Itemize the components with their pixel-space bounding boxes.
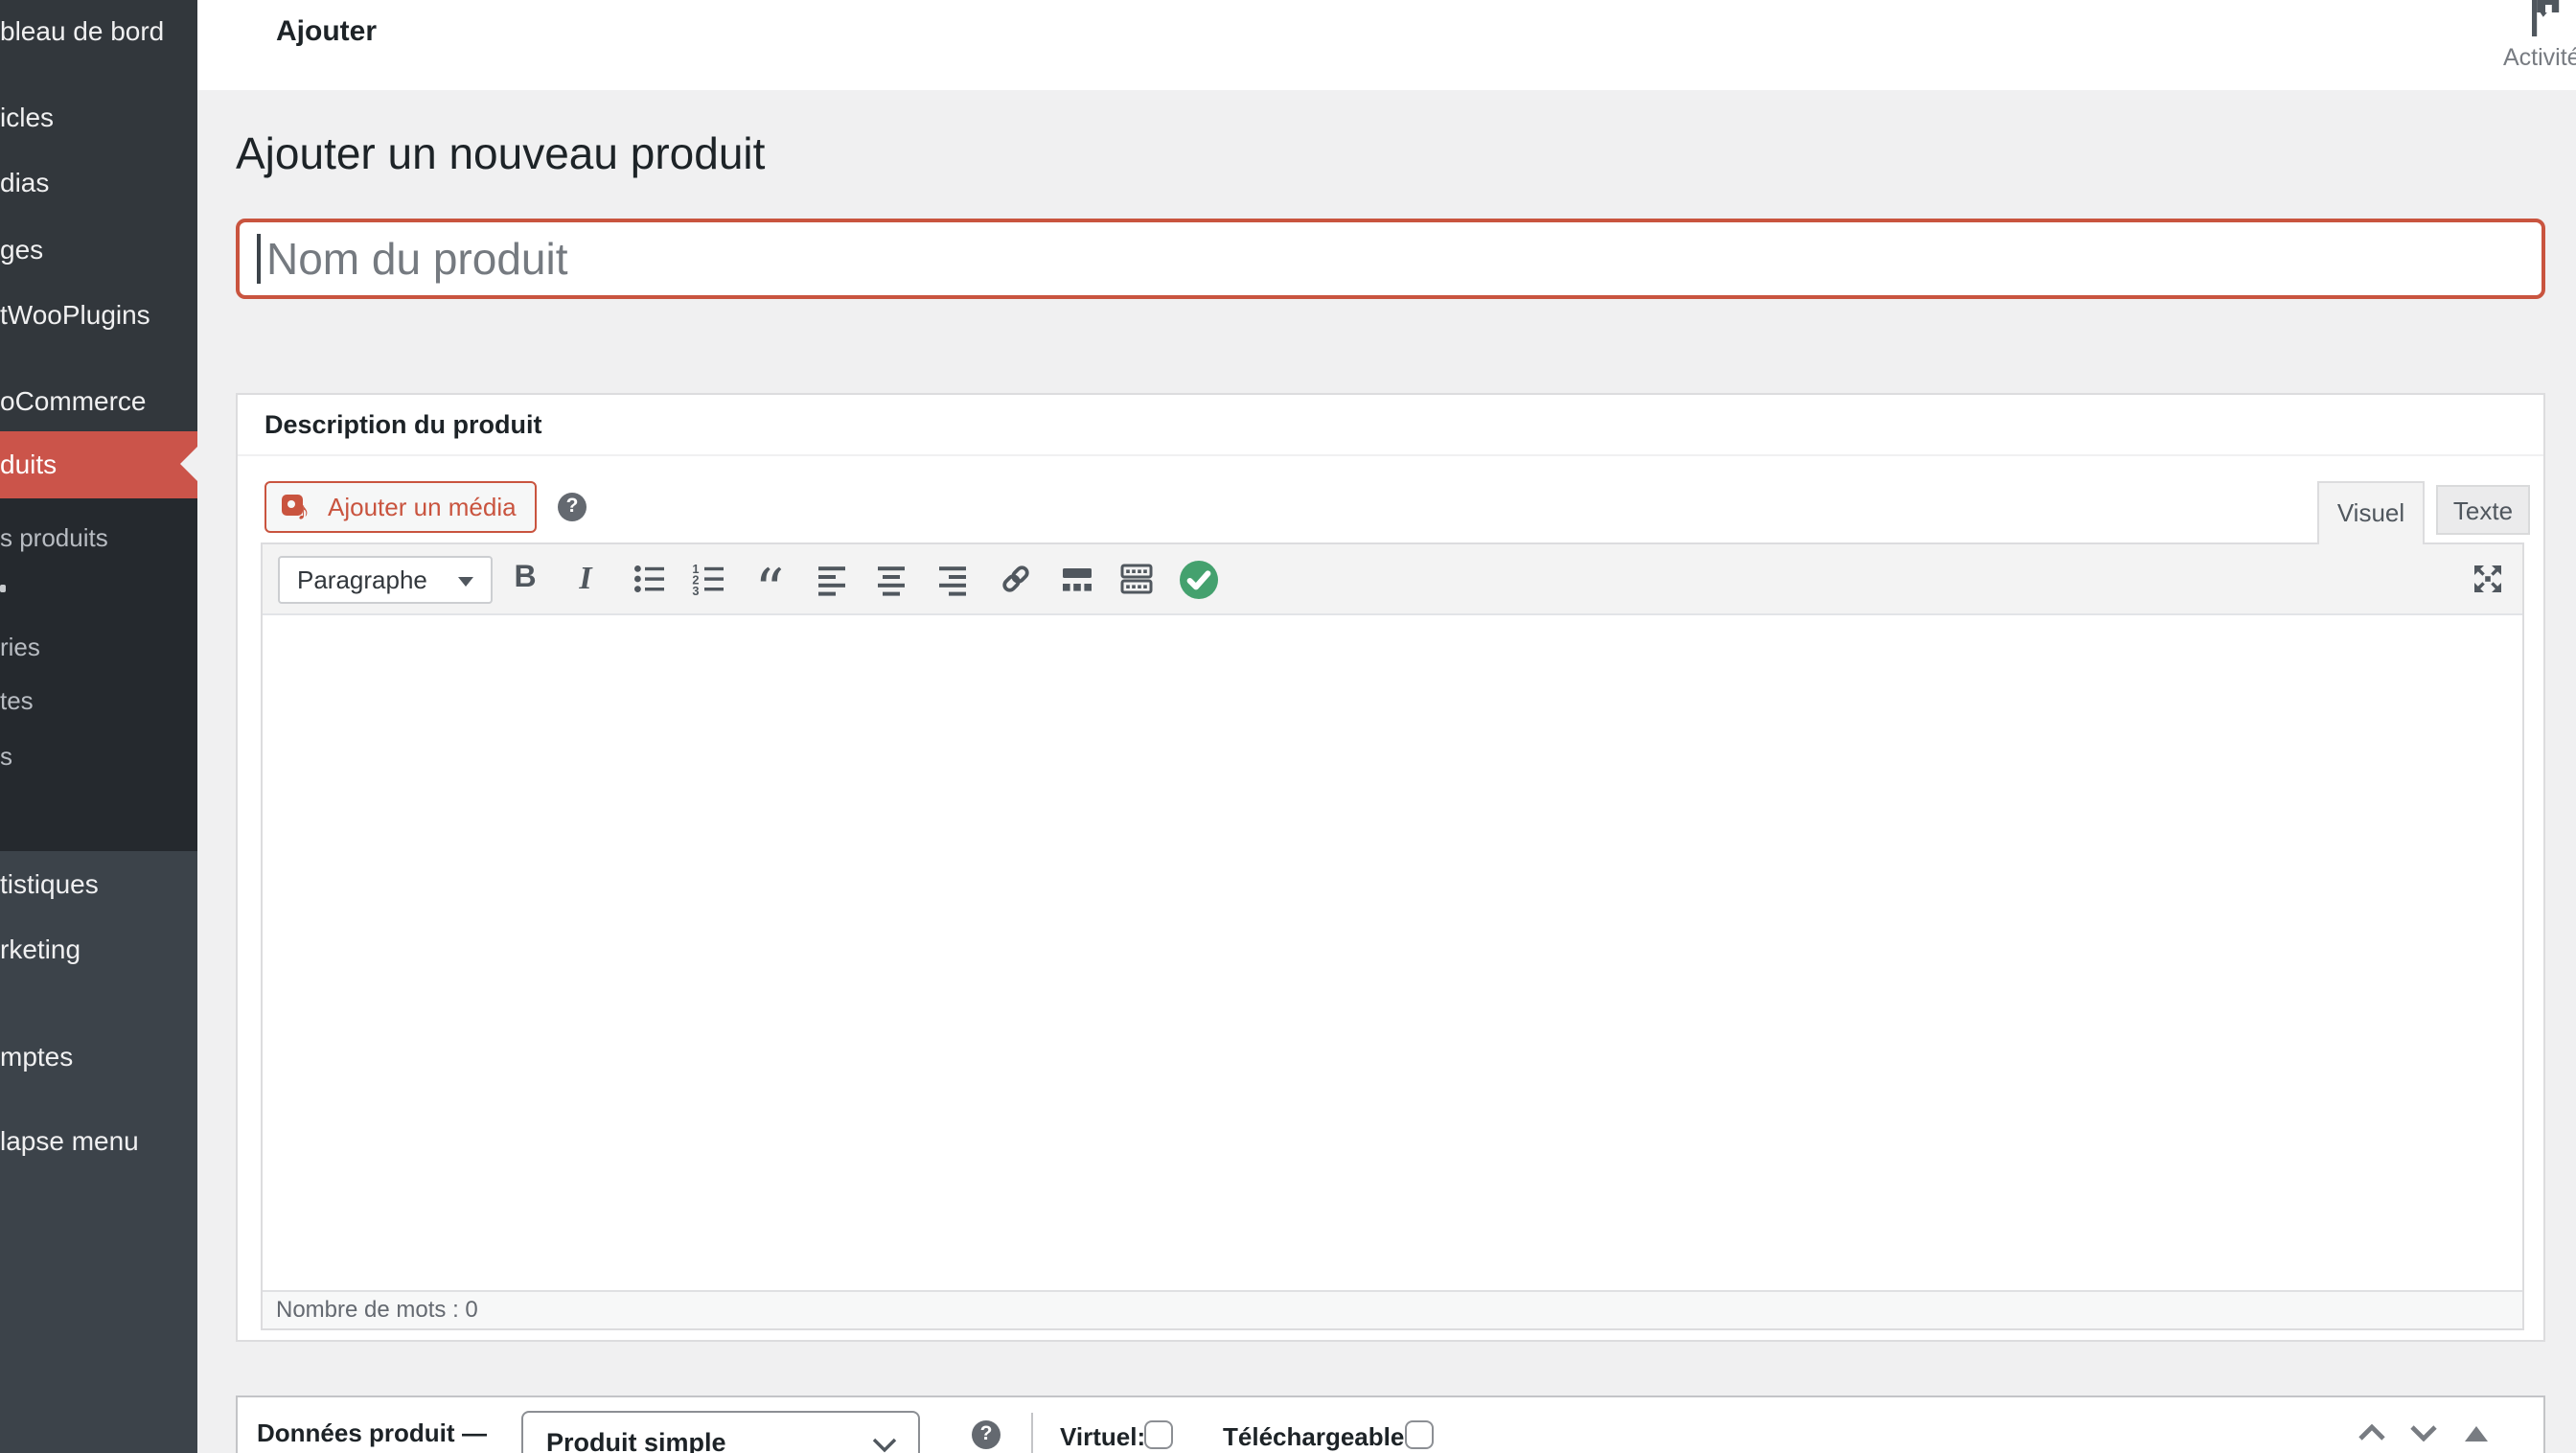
product-name-field-wrap: [236, 219, 2545, 299]
move-up-button[interactable]: [2352, 1414, 2390, 1452]
sidebar-item-statistics[interactable]: tistiques: [0, 865, 197, 903]
align-center-button[interactable]: [868, 556, 914, 602]
editor-toolbar: Paragraphe B I 1 2: [263, 543, 2522, 614]
sidebar-item-posts[interactable]: icles: [0, 98, 197, 136]
downloadable-label: Téléchargeable:: [1223, 1421, 1413, 1450]
green-check-icon: [1179, 559, 1219, 599]
text-cursor: [257, 234, 260, 284]
admin-topbar: Ajouter Activité: [197, 0, 2576, 90]
read-more-tag-button[interactable]: [1053, 556, 1099, 602]
numbered-list-icon: 1 2 3: [690, 560, 728, 598]
sidebar-item-wooplugins[interactable]: tWooPlugins: [0, 295, 197, 334]
read-more-icon: [1057, 560, 1095, 598]
help-icon[interactable]: ?: [558, 493, 586, 521]
tab-text[interactable]: Texte: [2436, 485, 2530, 535]
sidebar-item-products[interactable]: duits: [0, 431, 197, 498]
chevron-up-icon: [2357, 1424, 2385, 1441]
fullscreen-button[interactable]: [2465, 556, 2511, 602]
submenu-item-attributes[interactable]: s: [0, 738, 197, 776]
active-menu-arrow: [180, 447, 197, 481]
media-icon: ♪: [282, 492, 316, 522]
align-left-button[interactable]: [808, 556, 854, 602]
italic-button[interactable]: I: [563, 556, 609, 602]
page-title: Ajouter un nouveau produit: [236, 128, 765, 180]
editor-status-bar: Nombre de mots : 0: [263, 1289, 2522, 1327]
align-center-icon: [872, 560, 910, 598]
link-icon: [996, 560, 1034, 598]
topbar-activity-label: Activité: [2503, 44, 2576, 71]
sidebar-item-products-label: duits: [0, 449, 57, 479]
submenu-item-tags[interactable]: tes: [0, 682, 197, 721]
align-left-icon: [812, 560, 850, 598]
numbered-list-button[interactable]: 1 2 3: [686, 556, 732, 602]
add-media-button[interactable]: ♪ Ajouter un média: [264, 481, 538, 533]
sidebar-item-accounts[interactable]: mptes: [0, 1037, 197, 1075]
chevron-down-icon: [458, 576, 473, 586]
triangle-up-icon: [2465, 1425, 2488, 1441]
select-chevron-icon: [872, 1437, 897, 1452]
chevron-down-icon: [2408, 1424, 2437, 1441]
submenu-item-all-products[interactable]: s produits: [0, 519, 197, 558]
virtual-checkbox[interactable]: [1144, 1419, 1173, 1448]
tab-visual[interactable]: Visuel: [2317, 481, 2425, 544]
toolbar-toggle-button[interactable]: [1114, 556, 1160, 602]
blockquote-button[interactable]: “: [747, 556, 793, 602]
bullet-list-button[interactable]: [626, 556, 672, 602]
sidebar-item-media[interactable]: dias: [0, 163, 197, 201]
downloadable-checkbox[interactable]: [1405, 1419, 1434, 1448]
bold-button[interactable]: B: [502, 556, 548, 602]
keyboard-icon: [1117, 560, 1156, 598]
divider: [1031, 1412, 1033, 1453]
product-name-input[interactable]: [236, 219, 2545, 299]
page: bleau de bord icles dias ges tWooPlugins…: [0, 0, 2576, 1453]
bullet-list-icon: [630, 560, 668, 598]
description-panel-title: Description du produit: [238, 395, 2543, 456]
panel-toggle-button[interactable]: [2457, 1414, 2496, 1452]
sidebar-item-dashboard[interactable]: bleau de bord: [0, 12, 197, 50]
add-media-label: Ajouter un média: [328, 493, 517, 521]
insert-link-button[interactable]: [992, 556, 1038, 602]
virtual-label: Virtuel:: [1060, 1421, 1145, 1450]
svg-text:3: 3: [692, 584, 699, 598]
align-right-icon: [932, 560, 971, 598]
sidebar-item-woocommerce[interactable]: oCommerce: [0, 381, 197, 420]
sidebar-item-pages[interactable]: ges: [0, 230, 197, 268]
word-count: Nombre de mots : 0: [276, 1295, 478, 1322]
align-right-button[interactable]: [929, 556, 975, 602]
classic-editor: Paragraphe B I 1 2: [261, 542, 2524, 1329]
topbar-new-button[interactable]: Ajouter: [276, 15, 377, 48]
flag-icon: [2524, 0, 2574, 44]
paragraph-format-select[interactable]: Paragraphe: [278, 555, 493, 603]
product-type-value: Produit simple: [546, 1427, 726, 1453]
submenu-item-categories[interactable]: ries: [0, 629, 197, 667]
content-area: Ajouter Activité Ajouter un nouveau prod…: [197, 0, 2576, 1453]
product-data-panel: Données produit — Produit simple ? Virtu…: [236, 1395, 2545, 1453]
product-type-select[interactable]: Produit simple: [521, 1410, 920, 1453]
sidebar-item-marketing[interactable]: rketing: [0, 930, 197, 968]
sidebar-item-collapse-menu[interactable]: lapse menu: [0, 1121, 197, 1160]
spellcheck-button[interactable]: [1176, 556, 1222, 602]
paragraph-format-value: Paragraphe: [297, 565, 427, 593]
submenu-item-add-fragment[interactable]: [0, 585, 6, 592]
description-panel: Description du produit ♪ Ajouter un médi…: [236, 393, 2545, 1342]
product-data-title: Données produit: [257, 1418, 455, 1446]
description-panel-header: Description du produit: [238, 395, 2543, 456]
move-down-button[interactable]: [2404, 1414, 2442, 1452]
product-data-dash: —: [462, 1418, 487, 1446]
product-type-help-icon[interactable]: ?: [972, 1419, 1000, 1448]
admin-sidebar: bleau de bord icles dias ges tWooPlugins…: [0, 0, 197, 1453]
editor-content-area[interactable]: [263, 616, 2522, 1292]
fullscreen-icon: [2469, 560, 2507, 598]
